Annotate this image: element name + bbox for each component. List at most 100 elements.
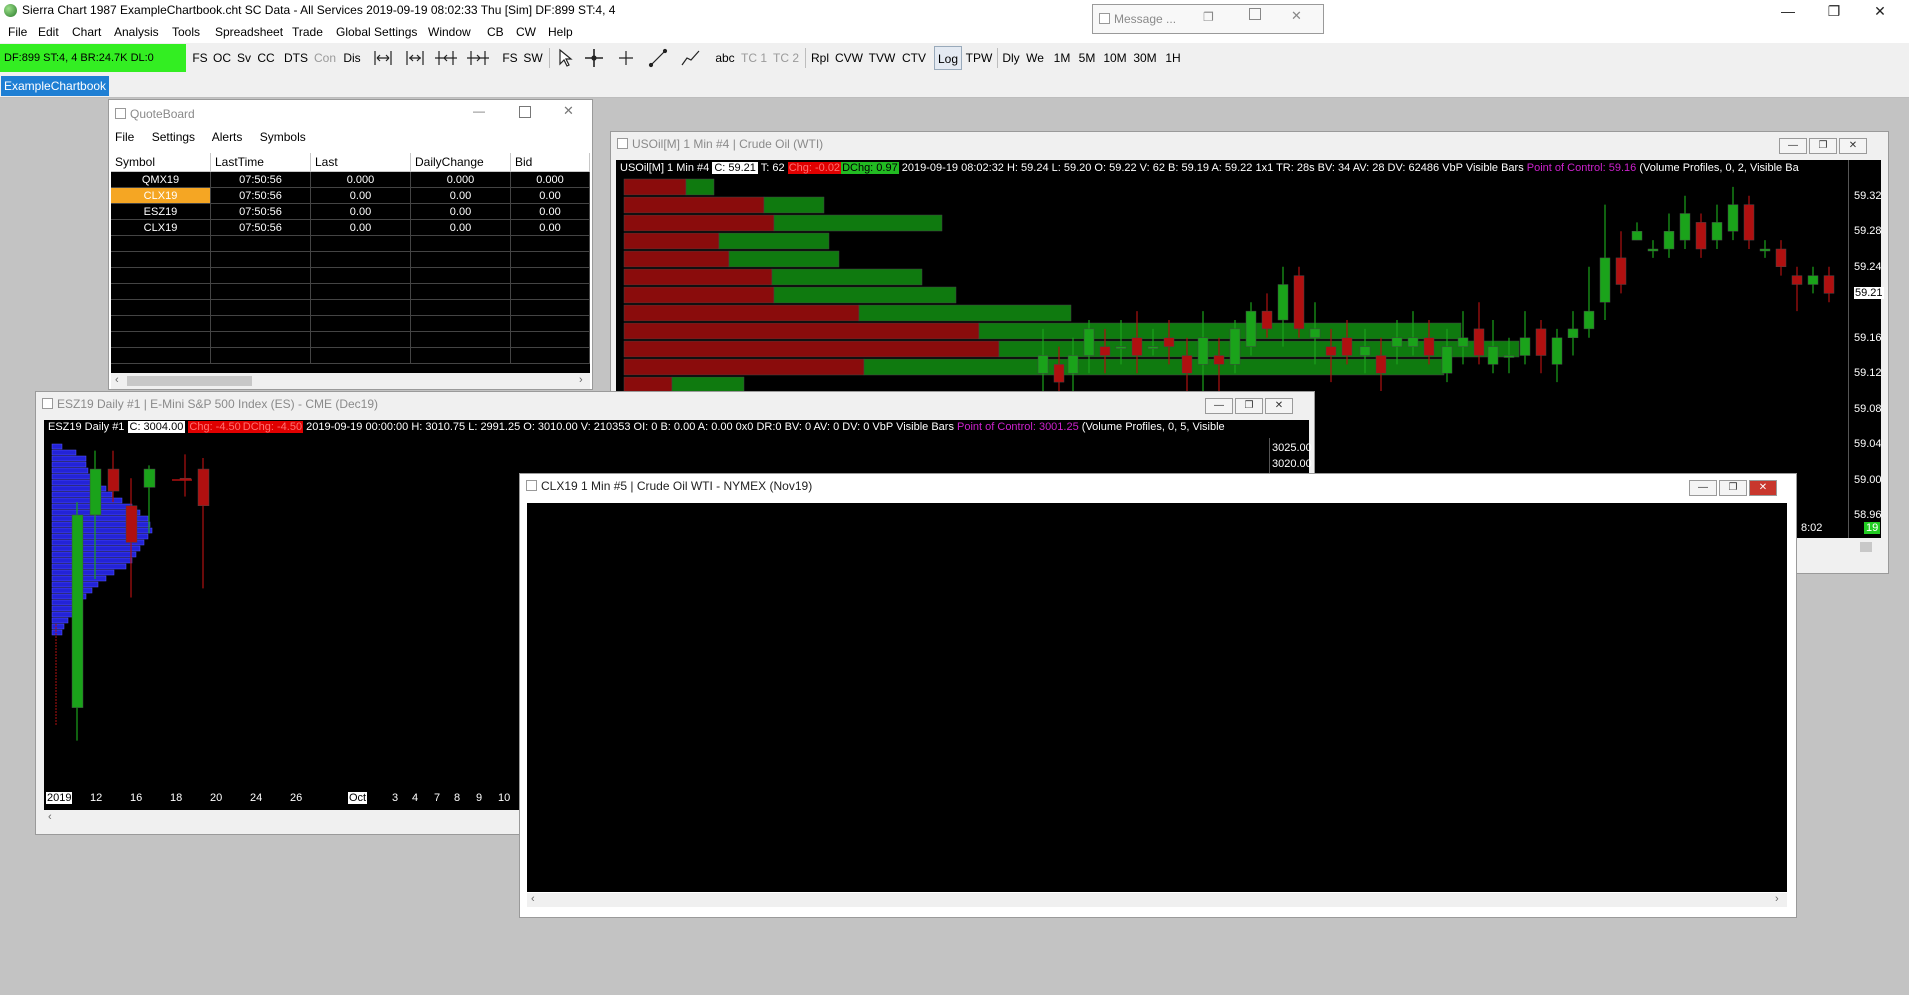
quoteboard-empty-cell[interactable]: [511, 332, 590, 348]
toolbar-cs-button[interactable]: FS: [500, 46, 520, 70]
quoteboard-empty-cell[interactable]: [411, 348, 511, 364]
quoteboard-empty-cell[interactable]: [311, 284, 411, 300]
toolbar-5m-button[interactable]: 5M: [1075, 46, 1099, 70]
toolbar-dis-button[interactable]: Dis: [341, 46, 363, 70]
quoteboard-cell[interactable]: 0.00: [311, 220, 411, 236]
quoteboard-empty-cell[interactable]: [411, 268, 511, 284]
quoteboard-close-icon[interactable]: ✕: [563, 103, 574, 119]
quoteboard-empty-cell[interactable]: [111, 300, 211, 316]
quoteboard-empty-cell[interactable]: [211, 300, 311, 316]
message-close-icon[interactable]: ✕: [1291, 8, 1302, 24]
clx19-chart-window[interactable]: CLX19 1 Min #5 | Crude Oil WTI - NYMEX (…: [519, 473, 1797, 918]
quoteboard-empty-cell[interactable]: [411, 252, 511, 268]
quoteboard-cell[interactable]: 07:50:56: [211, 204, 311, 220]
restore-app-button[interactable]: ❐: [1811, 0, 1857, 23]
minimize-app-button[interactable]: —: [1765, 0, 1811, 23]
quoteboard-empty-cell[interactable]: [411, 284, 511, 300]
quoteboard-cell[interactable]: 0.00: [311, 188, 411, 204]
toolbar-1h-button[interactable]: 1H: [1162, 46, 1184, 70]
quoteboard-empty-cell[interactable]: [311, 348, 411, 364]
esz19-restore-button[interactable]: ❐: [1235, 398, 1263, 414]
quoteboard-cell[interactable]: 0.00: [411, 188, 511, 204]
toolbar-tpw-button[interactable]: TPW: [965, 46, 993, 70]
toolbar-sv-button[interactable]: Sv: [235, 46, 253, 70]
clx19-restore-button[interactable]: ❐: [1719, 480, 1747, 496]
quoteboard-cell[interactable]: 07:50:56: [211, 220, 311, 236]
toolbar-log-button[interactable]: Log: [934, 46, 962, 70]
quoteboard-empty-cell[interactable]: [511, 316, 590, 332]
quoteboard-empty-cell[interactable]: [311, 236, 411, 252]
usoil-close-button[interactable]: ✕: [1839, 138, 1867, 154]
quoteboard-empty-cell[interactable]: [211, 252, 311, 268]
quoteboard-empty-cell[interactable]: [111, 236, 211, 252]
menu-help[interactable]: Help: [548, 25, 573, 39]
quoteboard-empty-cell[interactable]: [311, 316, 411, 332]
quoteboard-cell[interactable]: CLX19: [111, 220, 211, 236]
clx19-scrollbar[interactable]: ‹ ›: [527, 893, 1787, 907]
clx19-chart-area[interactable]: [527, 503, 1787, 892]
usoil-restore-button[interactable]: ❐: [1809, 138, 1837, 154]
quoteboard-empty-cell[interactable]: [111, 332, 211, 348]
quoteboard-cell[interactable]: CLX19: [111, 188, 211, 204]
quoteboard-window[interactable]: QuoteBoard — ✕ File Settings Alerts Symb…: [108, 99, 593, 390]
scroll-right-icon[interactable]: ›: [579, 374, 583, 386]
toolbar-rpl-button[interactable]: Rpl: [809, 46, 831, 70]
quoteboard-cell[interactable]: 0.00: [411, 220, 511, 236]
quoteboard-menu-settings[interactable]: Settings: [152, 130, 195, 144]
toolbar-dts-button[interactable]: DTS: [283, 46, 309, 70]
toolbar-dly-button[interactable]: Dly: [1000, 46, 1022, 70]
menu-window[interactable]: Window: [428, 25, 471, 39]
menu-cb[interactable]: CB: [487, 25, 504, 39]
quoteboard-empty-cell[interactable]: [211, 348, 311, 364]
quoteboard-cell[interactable]: 0.00: [411, 204, 511, 220]
quoteboard-empty-cell[interactable]: [511, 236, 590, 252]
quoteboard-empty-cell[interactable]: [411, 236, 511, 252]
tab-examplechartbook[interactable]: ExampleChartbook: [1, 76, 110, 96]
quoteboard-maximize-icon[interactable]: [519, 106, 531, 118]
quoteboard-empty-cell[interactable]: [211, 268, 311, 284]
quoteboard-empty-cell[interactable]: [111, 252, 211, 268]
quoteboard-empty-cell[interactable]: [111, 268, 211, 284]
menu-tools[interactable]: Tools: [172, 25, 200, 39]
quoteboard-header-last[interactable]: Last: [311, 153, 411, 172]
quoteboard-empty-cell[interactable]: [211, 284, 311, 300]
quoteboard-empty-cell[interactable]: [311, 300, 411, 316]
quoteboard-cell[interactable]: 0.00: [311, 204, 411, 220]
quoteboard-empty-cell[interactable]: [511, 284, 590, 300]
quoteboard-empty-cell[interactable]: [411, 300, 511, 316]
quoteboard-menu-symbols[interactable]: Symbols: [260, 130, 306, 144]
menu-analysis[interactable]: Analysis: [114, 25, 159, 39]
clx19-minimize-button[interactable]: —: [1689, 480, 1717, 496]
toolbar-1m-button[interactable]: 1M: [1050, 46, 1074, 70]
quoteboard-menu-alerts[interactable]: Alerts: [212, 130, 243, 144]
usoil-minimize-button[interactable]: —: [1779, 138, 1807, 154]
quoteboard-menu-file[interactable]: File: [115, 130, 134, 144]
quoteboard-empty-cell[interactable]: [311, 268, 411, 284]
menu-spreadsheet[interactable]: Spreadsheet: [215, 25, 283, 39]
quoteboard-cell[interactable]: 0.00: [511, 220, 590, 236]
toolbar-sw-button[interactable]: SW: [522, 46, 544, 70]
quoteboard-cell[interactable]: 0.00: [511, 204, 590, 220]
toolbar-tvw-button[interactable]: TVW: [867, 46, 897, 70]
menu-trade[interactable]: Trade: [292, 25, 323, 39]
quoteboard-empty-cell[interactable]: [111, 316, 211, 332]
toolbar-cc-button[interactable]: CC: [255, 46, 277, 70]
esz19-minimize-button[interactable]: —: [1205, 398, 1233, 414]
scroll-left-icon[interactable]: ‹: [531, 893, 535, 905]
quoteboard-empty-cell[interactable]: [511, 268, 590, 284]
toolbar-30m-button[interactable]: 30M: [1131, 46, 1159, 70]
quoteboard-cell[interactable]: ESZ19: [111, 204, 211, 220]
toolbar-abc-button[interactable]: abc: [713, 46, 737, 70]
quoteboard-empty-cell[interactable]: [211, 316, 311, 332]
quoteboard-header-symbol[interactable]: Symbol: [111, 153, 211, 172]
quoteboard-cell[interactable]: 0.000: [411, 172, 511, 188]
quoteboard-empty-cell[interactable]: [511, 348, 590, 364]
quoteboard-cell[interactable]: 0.000: [311, 172, 411, 188]
clx19-close-button[interactable]: ✕: [1749, 480, 1777, 496]
quoteboard-empty-cell[interactable]: [211, 236, 311, 252]
toolbar-fs-button[interactable]: FS: [190, 46, 210, 70]
quoteboard-cell[interactable]: QMX19: [111, 172, 211, 188]
quoteboard-empty-cell[interactable]: [111, 348, 211, 364]
quoteboard-empty-cell[interactable]: [311, 252, 411, 268]
message-restore-icon[interactable]: ❐: [1203, 10, 1214, 24]
